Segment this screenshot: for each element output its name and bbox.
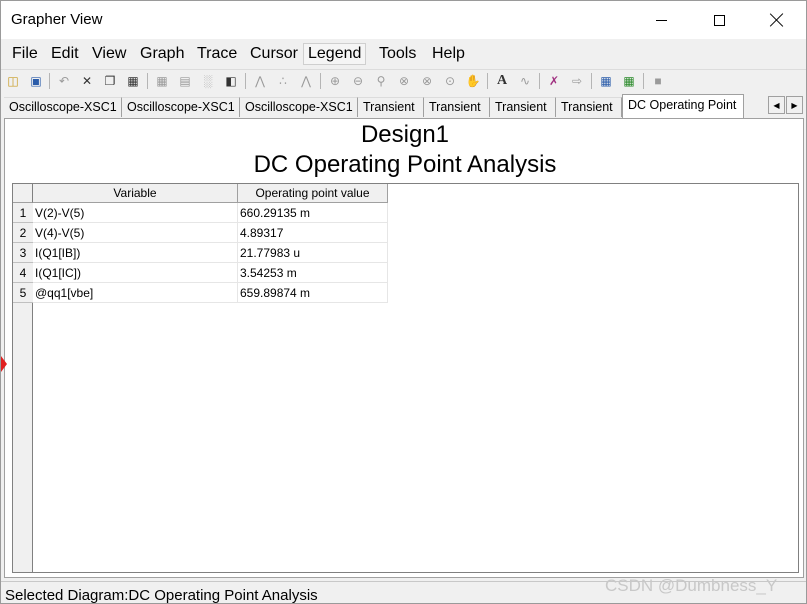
diagram-area: Design1 DC Operating Point Analysis Vari… bbox=[4, 118, 804, 578]
row-number[interactable]: 2 bbox=[13, 223, 33, 243]
variable-cell[interactable]: V(4)-V(5) bbox=[33, 223, 238, 243]
export-excel-icon[interactable]: ▦ bbox=[620, 72, 638, 90]
toolbar-separator bbox=[539, 73, 540, 89]
pan-hand-icon[interactable]: ✋ bbox=[464, 72, 482, 90]
close-button[interactable] bbox=[748, 1, 806, 39]
cursor-bars-icon[interactable]: ░ bbox=[199, 72, 217, 90]
row-number[interactable]: 4 bbox=[13, 263, 33, 283]
zoom-in-icon[interactable]: ⊕ bbox=[326, 72, 344, 90]
open-folder-icon[interactable]: ◫ bbox=[4, 72, 22, 90]
window-title: Grapher View bbox=[11, 11, 103, 28]
maximize-icon bbox=[713, 14, 725, 26]
menu-tools[interactable]: Tools bbox=[377, 45, 418, 63]
zoom-y-icon[interactable]: ⊗ bbox=[418, 72, 436, 90]
design-title: Design1 bbox=[360, 121, 450, 148]
watermark: CSDN @Dumbness_Y bbox=[605, 576, 778, 595]
variable-cell[interactable]: @qq1[vbe] bbox=[33, 283, 238, 303]
legend-table-icon[interactable]: ▤ bbox=[176, 72, 194, 90]
export-icon[interactable]: ▦ bbox=[597, 72, 615, 90]
value-cell[interactable]: 3.54253 m bbox=[238, 263, 388, 283]
row-number[interactable]: 5 bbox=[13, 283, 33, 303]
tab-scroll-right-icon[interactable]: ▶ bbox=[786, 96, 803, 114]
menu-graph[interactable]: Graph bbox=[138, 45, 186, 63]
text-icon[interactable]: A bbox=[493, 72, 511, 90]
tab-transient-4[interactable]: Transient bbox=[556, 97, 622, 117]
zoom-fit-icon[interactable]: ⊙ bbox=[441, 72, 459, 90]
grapher-window: Grapher View File Edit View Graph Trace … bbox=[0, 0, 807, 604]
row-number[interactable]: 3 bbox=[13, 243, 33, 263]
tab-transient-3[interactable]: Transient bbox=[490, 97, 556, 117]
close-icon bbox=[770, 13, 784, 27]
toolbar-separator bbox=[643, 73, 644, 89]
zoom-area-icon[interactable]: ⚲ bbox=[372, 72, 390, 90]
tab-oscilloscope-1[interactable]: Oscilloscope-XSC1 bbox=[4, 97, 122, 117]
menu-edit[interactable]: Edit bbox=[49, 45, 81, 63]
grid-icon[interactable]: ▦ bbox=[153, 72, 171, 90]
toolbar-separator bbox=[147, 73, 148, 89]
minimize-icon bbox=[655, 19, 667, 21]
tab-strip: Oscilloscope-XSC1 Oscilloscope-XSC1 Osci… bbox=[1, 94, 806, 118]
row-number[interactable]: 1 bbox=[13, 203, 33, 223]
tab-oscilloscope-3[interactable]: Oscilloscope-XSC1 bbox=[240, 97, 358, 117]
cut-icon[interactable]: ✕ bbox=[78, 72, 96, 90]
toolbar-separator bbox=[49, 73, 50, 89]
results-table: Variable Operating point value 1 V(2)-V(… bbox=[12, 183, 799, 573]
scatter-plot-icon[interactable]: ∴ bbox=[274, 72, 292, 90]
stop-icon[interactable]: ■ bbox=[649, 72, 667, 90]
menu-legend[interactable]: Legend bbox=[303, 43, 367, 65]
toolbar-separator bbox=[591, 73, 592, 89]
table-corner bbox=[13, 184, 33, 203]
undo-icon[interactable]: ↶ bbox=[55, 72, 73, 90]
menu-file[interactable]: File bbox=[10, 45, 40, 63]
line-plot-icon[interactable]: ⋀ bbox=[251, 72, 269, 90]
selected-diagram-marker-icon bbox=[1, 356, 7, 372]
signal-icon[interactable]: ∿ bbox=[516, 72, 534, 90]
analysis-title: DC Operating Point Analysis bbox=[253, 151, 557, 178]
tab-oscilloscope-2[interactable]: Oscilloscope-XSC1 bbox=[122, 97, 240, 117]
tab-scroll-left-icon[interactable]: ◀ bbox=[768, 96, 785, 114]
zoom-x-icon[interactable]: ⊗ bbox=[395, 72, 413, 90]
transfer-icon[interactable]: ⇨ bbox=[568, 72, 586, 90]
line-markers-icon[interactable]: ⋀ bbox=[297, 72, 315, 90]
menu-view[interactable]: View bbox=[90, 45, 128, 63]
zoom-out-icon[interactable]: ⊖ bbox=[349, 72, 367, 90]
save-icon[interactable]: ▣ bbox=[27, 72, 45, 90]
value-cell[interactable]: 21.77983 u bbox=[238, 243, 388, 263]
menu-trace[interactable]: Trace bbox=[195, 45, 239, 63]
toolbar-separator bbox=[487, 73, 488, 89]
tab-transient-2[interactable]: Transient bbox=[424, 97, 490, 117]
column-header-variable[interactable]: Variable bbox=[33, 184, 238, 203]
value-cell[interactable]: 660.29135 m bbox=[238, 203, 388, 223]
title-bar: Grapher View bbox=[1, 1, 806, 39]
toolbar: ◫ ▣ ↶ ✕ ❐ ▦ ▦ ▤ ░ ◧ ⋀ ∴ ⋀ ⊕ ⊖ ⚲ ⊗ ⊗ ⊙ ✋ … bbox=[1, 69, 806, 91]
overlay-icon[interactable]: ◧ bbox=[222, 72, 240, 90]
menu-bar: File Edit View Graph Trace Cursor Legend… bbox=[1, 41, 806, 67]
minimize-button[interactable] bbox=[632, 1, 690, 39]
toolbar-separator bbox=[245, 73, 246, 89]
menu-cursor[interactable]: Cursor bbox=[248, 45, 300, 63]
variable-cell[interactable]: V(2)-V(5) bbox=[33, 203, 238, 223]
value-cell[interactable]: 659.89874 m bbox=[238, 283, 388, 303]
menu-help[interactable]: Help bbox=[430, 45, 467, 63]
variable-cell[interactable]: I(Q1[IC]) bbox=[33, 263, 238, 283]
maximize-button[interactable] bbox=[690, 1, 748, 39]
value-cell[interactable]: 4.89317 bbox=[238, 223, 388, 243]
tab-dc-operating-point[interactable]: DC Operating Point bbox=[622, 94, 744, 118]
copy-icon[interactable]: ❐ bbox=[101, 72, 119, 90]
cross-traces-icon[interactable]: ✗ bbox=[545, 72, 563, 90]
status-text: Selected Diagram:DC Operating Point Anal… bbox=[5, 587, 318, 604]
tab-transient-1[interactable]: Transient bbox=[358, 97, 424, 117]
paste-icon[interactable]: ▦ bbox=[124, 72, 142, 90]
variable-cell[interactable]: I(Q1[IB]) bbox=[33, 243, 238, 263]
column-header-value[interactable]: Operating point value bbox=[238, 184, 388, 203]
toolbar-separator bbox=[320, 73, 321, 89]
